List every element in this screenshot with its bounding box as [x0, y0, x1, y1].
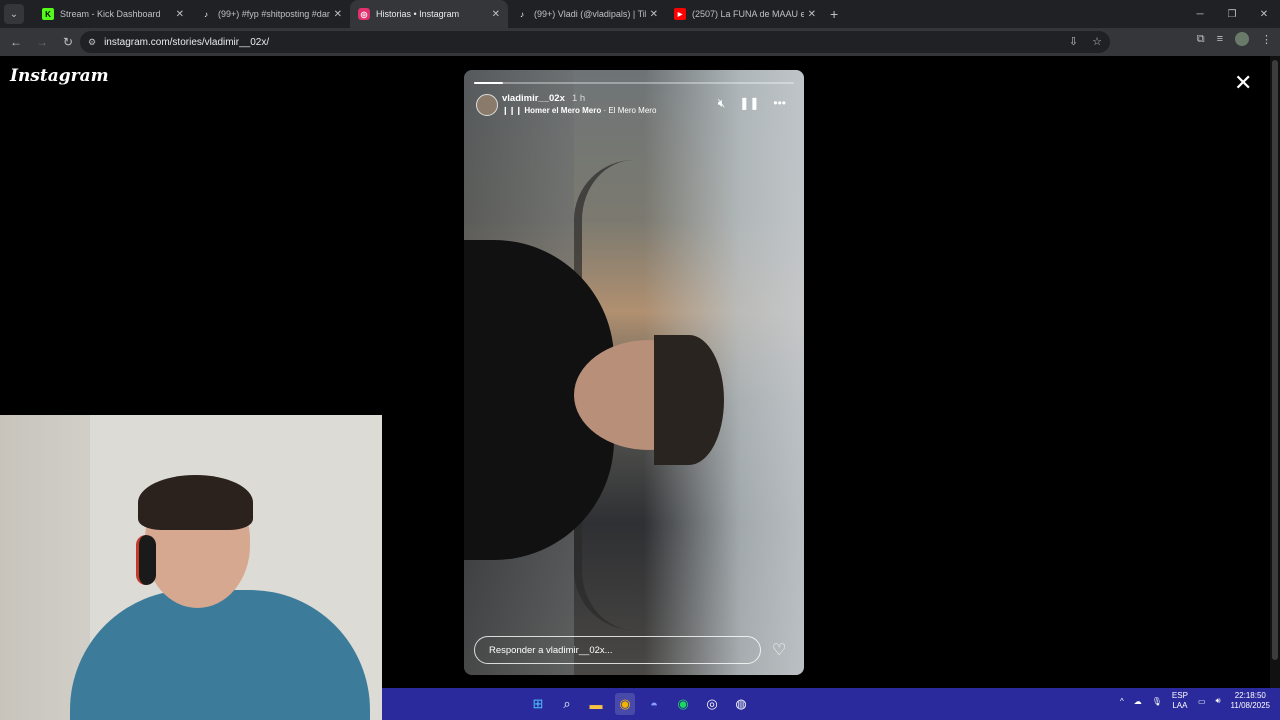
- muted-speaker-icon[interactable]: 🔇︎: [718, 96, 726, 111]
- tab-title: (2507) La FUNA de MAAU es DE: [692, 9, 804, 19]
- music-bars-icon: ❙❙❙: [502, 106, 525, 115]
- story-viewer[interactable]: vladimir__02x 1 h ❙❙❙ Homer el Mero Mero…: [464, 70, 804, 675]
- pause-icon[interactable]: ❚❚: [739, 96, 759, 111]
- song-artist: El Mero Mero: [608, 106, 657, 115]
- more-options-icon[interactable]: •••: [773, 96, 786, 111]
- story-image-hair: [654, 335, 724, 465]
- menu-icon[interactable]: ⋮: [1261, 33, 1272, 46]
- instagram-logo[interactable]: Instagram: [10, 66, 109, 86]
- story-username[interactable]: vladimir__02x: [502, 93, 565, 104]
- avatar[interactable]: [476, 94, 498, 116]
- chrome-icon[interactable]: ◉: [615, 693, 635, 715]
- story-progress-bar: [474, 82, 794, 84]
- volume-icon[interactable]: 🔊︎: [1216, 696, 1221, 706]
- story-music[interactable]: ❙❙❙ Homer el Mero Mero · El Mero Mero: [502, 106, 656, 115]
- reply-input[interactable]: Responder a vladimir__02x...: [474, 636, 761, 664]
- scrollbar-thumb[interactable]: [1272, 60, 1278, 660]
- window-controls: ─ ❐ ✕: [1184, 0, 1280, 28]
- close-icon[interactable]: ✕: [1234, 70, 1252, 96]
- spotify-icon[interactable]: ◉: [673, 693, 693, 715]
- webcam-overlay: [0, 415, 382, 720]
- close-icon[interactable]: ✕: [650, 9, 658, 20]
- file-explorer-icon[interactable]: ▬: [586, 693, 606, 715]
- site-info-icon[interactable]: ⚙: [88, 37, 96, 48]
- story-time: 1 h: [572, 93, 586, 104]
- youtube-icon: ▶: [674, 8, 686, 20]
- microphone-icon[interactable]: 🎙︎: [1152, 697, 1162, 706]
- webcam-headset: [136, 535, 156, 585]
- restore-icon[interactable]: ❐: [1216, 0, 1248, 28]
- profile-avatar[interactable]: [1235, 32, 1249, 46]
- reload-button[interactable]: ↻: [56, 30, 80, 54]
- tab-title: Stream - Kick Dashboard: [60, 9, 161, 19]
- page-scrollbar[interactable]: [1270, 56, 1280, 688]
- tab-search-button[interactable]: ⌄: [4, 4, 24, 24]
- bookmark-star-icon[interactable]: ☆: [1092, 35, 1102, 48]
- app-icon[interactable]: ◍: [731, 693, 751, 715]
- minimize-icon[interactable]: ─: [1184, 0, 1216, 28]
- address-bar[interactable]: ⚙ instagram.com/stories/vladimir__02x/ ⇩…: [80, 31, 1110, 53]
- kick-icon: K: [42, 8, 54, 20]
- heart-icon[interactable]: ♡: [772, 640, 786, 660]
- discord-icon[interactable]: ◓: [644, 693, 664, 715]
- obs-icon[interactable]: ◎: [702, 693, 722, 715]
- system-clock[interactable]: 22:18:50 11/08/2025: [1231, 691, 1270, 711]
- windows-start-icon[interactable]: ⊞: [528, 693, 548, 715]
- browser-toolbar: ← → ↻ ⚙ instagram.com/stories/vladimir__…: [0, 28, 1280, 56]
- tab-tiktok-vladi[interactable]: ♪ (99+) Vladi (@vladipals) | TikTok ✕: [508, 0, 666, 28]
- display-icon[interactable]: ▭: [1198, 697, 1206, 706]
- tab-tiktok-fyp[interactable]: ♪ (99+) #fyp #shitposting #dankm ✕: [192, 0, 350, 28]
- tab-kick[interactable]: K Stream - Kick Dashboard ✕: [34, 0, 192, 28]
- close-icon[interactable]: ✕: [176, 9, 184, 20]
- close-icon[interactable]: ✕: [808, 9, 816, 20]
- chevron-up-icon[interactable]: ^: [1120, 697, 1124, 706]
- tab-title: (99+) #fyp #shitposting #dankm: [218, 9, 330, 19]
- install-app-icon[interactable]: ⇩: [1069, 35, 1078, 48]
- song-title: Homer el Mero Mero: [524, 106, 602, 115]
- tab-youtube[interactable]: ▶ (2507) La FUNA de MAAU es DE ✕: [666, 0, 824, 28]
- clock-time: 22:18:50: [1234, 691, 1266, 700]
- close-icon[interactable]: ✕: [492, 9, 500, 20]
- tab-title: (99+) Vladi (@vladipals) | TikTok: [534, 9, 646, 19]
- forward-button[interactable]: →: [30, 30, 54, 54]
- story-header: vladimir__02x 1 h ❙❙❙ Homer el Mero Mero…: [474, 92, 794, 120]
- tab-title: Historias • Instagram: [376, 9, 460, 19]
- back-button[interactable]: ←: [4, 30, 28, 54]
- tab-instagram-stories[interactable]: ◎ Historias • Instagram ✕: [350, 0, 508, 28]
- language-indicator[interactable]: ESP LAA: [1172, 691, 1188, 711]
- tiktok-icon: ♪: [520, 9, 524, 19]
- media-control-icon[interactable]: ≡: [1217, 33, 1223, 45]
- tiktok-icon: ♪: [204, 9, 208, 19]
- browser-tab-strip: ⌄ K Stream - Kick Dashboard ✕ ♪ (99+) #f…: [0, 0, 1280, 28]
- new-tab-button[interactable]: +: [830, 6, 838, 22]
- search-icon[interactable]: ⌕: [557, 693, 577, 715]
- lang-bottom: LAA: [1172, 701, 1188, 710]
- window-close-icon[interactable]: ✕: [1248, 0, 1280, 28]
- windows-taskbar: ⊞ ⌕ ▬ ◉ ◓ ◉ ◎ ◍ ^ ☁ 🎙︎ ESP LAA ▭ 🔊︎ 22:1…: [382, 688, 1280, 720]
- extensions-icon[interactable]: ⧉: [1197, 33, 1205, 46]
- onedrive-icon[interactable]: ☁: [1134, 697, 1142, 706]
- lang-top: ESP: [1171, 691, 1188, 700]
- clock-date: 11/08/2025: [1230, 701, 1270, 710]
- instagram-icon: ◎: [358, 8, 370, 20]
- close-icon[interactable]: ✕: [334, 9, 342, 20]
- webcam-person-hair: [138, 475, 253, 530]
- story-progress-fill: [474, 82, 503, 84]
- url-text[interactable]: instagram.com/stories/vladimir__02x/: [104, 37, 269, 48]
